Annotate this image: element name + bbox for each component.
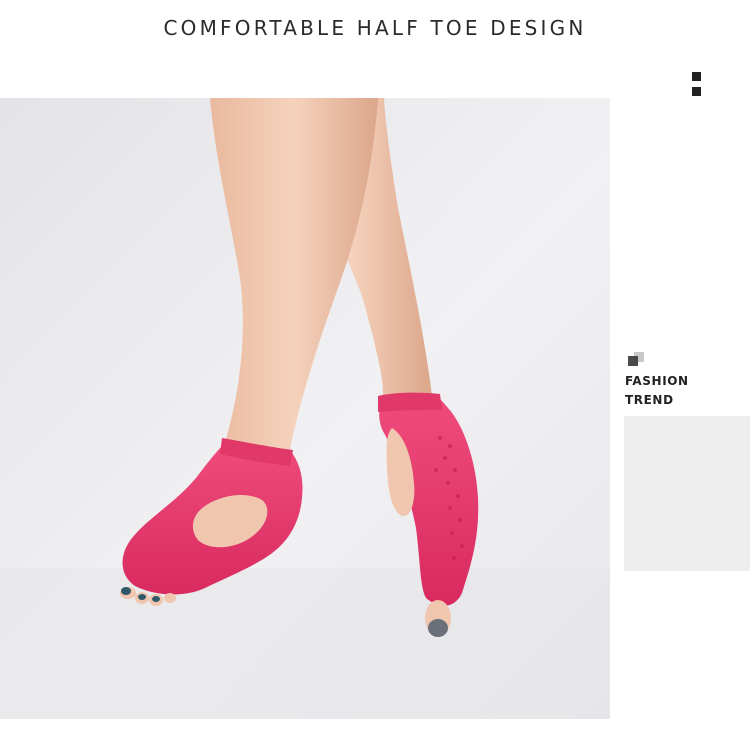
- fashion-trend-label: FASHION TREND: [625, 372, 745, 410]
- tag-line-1: FASHION: [625, 374, 689, 388]
- menu-dots-icon: [692, 72, 701, 102]
- product-photo: [0, 98, 610, 719]
- tag-line-2: TREND: [625, 393, 674, 407]
- side-panel: [624, 416, 750, 571]
- tag-squares-icon: [628, 352, 648, 370]
- page-title: COMFORTABLE HALF TOE DESIGN: [163, 16, 587, 40]
